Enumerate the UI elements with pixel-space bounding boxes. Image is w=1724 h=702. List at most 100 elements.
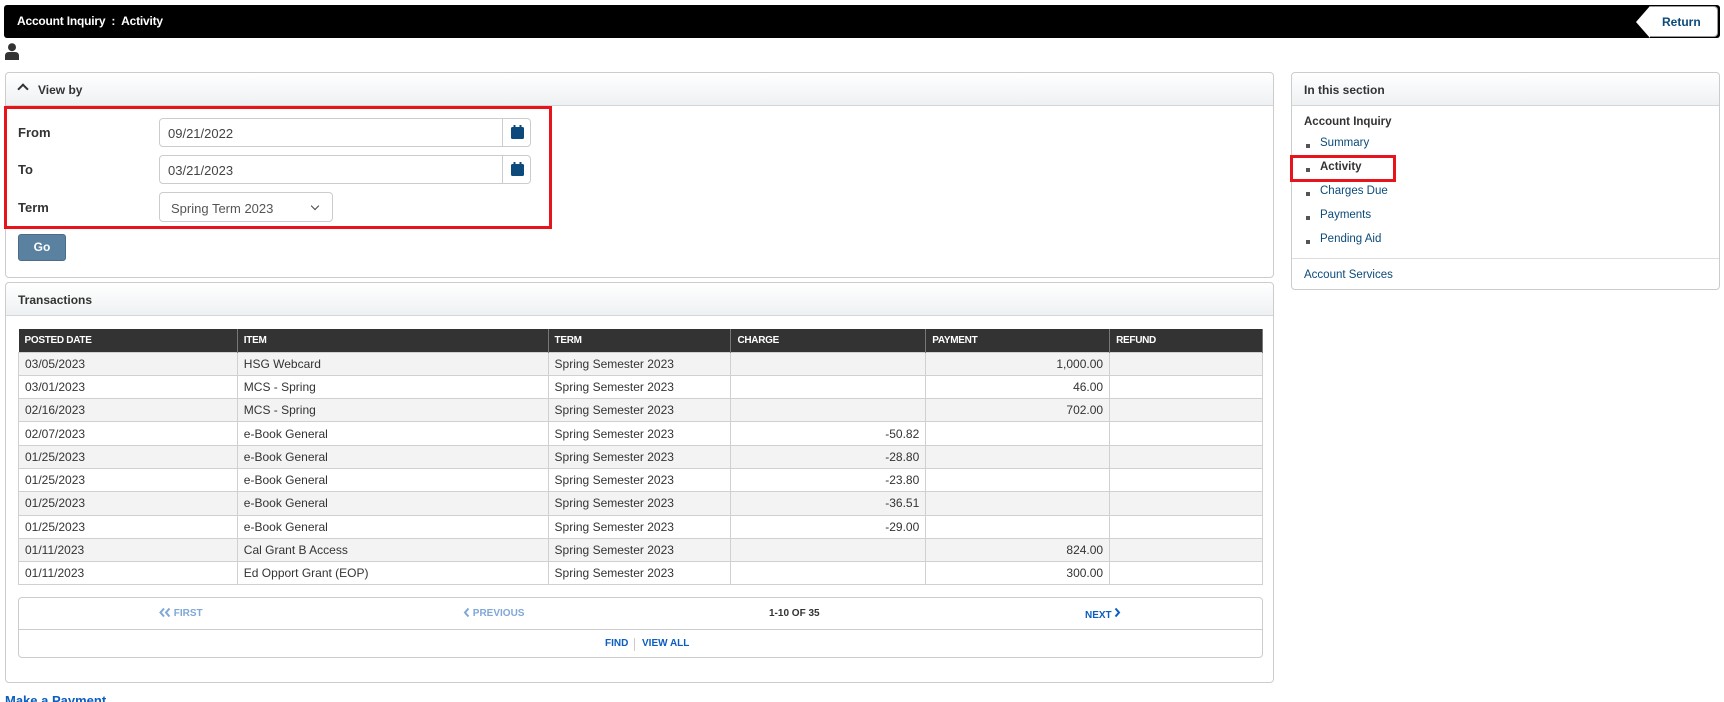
- cell-refund: [1109, 398, 1263, 423]
- cell-item: e-Book General: [236, 514, 549, 539]
- cell-term: Spring Semester 2023: [547, 514, 732, 539]
- breadcrumb-account-inquiry: Account Inquiry: [17, 14, 106, 28]
- cell-term: Spring Semester 2023: [547, 561, 732, 586]
- cell-refund: [1109, 351, 1263, 376]
- in-this-section-header: In this section: [1292, 73, 1719, 106]
- cell-term: Spring Semester 2023: [547, 444, 732, 469]
- side-nav-payments[interactable]: Payments: [1320, 209, 1371, 221]
- account-services-link[interactable]: Account Services: [1304, 269, 1393, 281]
- to-date-value[interactable]: 03/21/2023: [168, 163, 233, 178]
- table-row: 02/07/2023 e-Book General Spring Semeste…: [18, 421, 1263, 446]
- bullet-icon: [1306, 192, 1310, 196]
- cell-posted-date: 03/01/2023: [18, 374, 238, 400]
- view-by-header[interactable]: View by: [6, 73, 1273, 106]
- cell-charge: -29.00: [730, 514, 927, 539]
- cell-term: Spring Semester 2023: [547, 374, 732, 400]
- table-row: 01/25/2023 e-Book General Spring Semeste…: [18, 491, 1263, 516]
- table-header-row: POSTED DATE ITEM TERM CHARGE PAYMENT REF…: [18, 329, 1263, 352]
- side-nav-charges-due[interactable]: Charges Due: [1320, 185, 1388, 197]
- column-header-payment: PAYMENT: [925, 329, 1111, 352]
- chevron-up-icon[interactable]: [17, 83, 29, 95]
- cell-posted-date: 01/25/2023: [18, 467, 238, 493]
- cell-term: Spring Semester 2023: [547, 421, 732, 446]
- transactions-body: 03/05/2023 HSG Webcard Spring Semester 2…: [18, 351, 1263, 586]
- table-row: 01/25/2023 e-Book General Spring Semeste…: [18, 467, 1263, 493]
- cell-charge: -23.80: [730, 467, 927, 493]
- cell-refund: [1109, 421, 1263, 446]
- cell-item: e-Book General: [236, 467, 549, 493]
- transactions-panel: Transactions POSTED DATE ITEM TERM CHARG…: [5, 282, 1274, 683]
- table-row: 03/05/2023 HSG Webcard Spring Semester 2…: [18, 351, 1263, 376]
- term-select[interactable]: Spring Term 2023: [159, 192, 333, 222]
- pagination-actions-row: FIND VIEW ALL: [19, 630, 1262, 658]
- cell-charge: [730, 561, 927, 586]
- bullet-icon: [1306, 168, 1310, 172]
- to-calendar-button[interactable]: [502, 156, 530, 183]
- section-group-account-inquiry: Account Inquiry: [1304, 116, 1392, 128]
- cell-item: MCS - Spring: [236, 398, 549, 423]
- to-label: To: [18, 162, 33, 177]
- user-icon: [5, 43, 19, 60]
- column-header-term: TERM: [548, 329, 732, 352]
- cell-payment: [925, 491, 1111, 516]
- cell-payment: 1,000.00: [925, 351, 1111, 376]
- double-chevron-left-icon: [159, 607, 171, 618]
- column-header-posted-date: POSTED DATE: [18, 329, 238, 352]
- cell-refund: [1109, 444, 1263, 469]
- find-link[interactable]: FIND: [605, 638, 628, 649]
- next-label: NEXT: [1085, 610, 1112, 621]
- first-page-button[interactable]: FIRST: [159, 607, 203, 619]
- cell-posted-date: 02/16/2023: [18, 398, 238, 423]
- cell-payment: [925, 444, 1111, 469]
- cell-charge: -50.82: [730, 421, 927, 446]
- cell-posted-date: 02/07/2023: [18, 421, 238, 446]
- side-nav-pending-aid[interactable]: Pending Aid: [1320, 233, 1381, 245]
- side-nav-summary[interactable]: Summary: [1320, 137, 1369, 149]
- return-label: Return: [1662, 15, 1701, 29]
- from-calendar-button[interactable]: [502, 119, 530, 146]
- view-by-panel: View by From 09/21/2022 To 03/21/2023 Te…: [4, 72, 1274, 278]
- cell-charge: [730, 398, 927, 423]
- previous-page-button[interactable]: PREVIOUS: [463, 607, 524, 619]
- cell-refund: [1109, 467, 1263, 493]
- cell-item: e-Book General: [236, 421, 549, 446]
- view-by-title: View by: [38, 83, 83, 97]
- cell-charge: [730, 351, 927, 376]
- cell-item: e-Book General: [236, 444, 549, 469]
- cell-payment: 300.00: [925, 561, 1111, 586]
- from-date-input[interactable]: 09/21/2022: [159, 118, 531, 147]
- page-count: 1-10 OF 35: [769, 608, 820, 619]
- page-header-bar: Account Inquiry: Activity Return: [4, 5, 1720, 38]
- from-date-value[interactable]: 09/21/2022: [168, 126, 233, 141]
- side-nav-activity[interactable]: Activity: [1320, 161, 1362, 173]
- cell-refund: [1109, 514, 1263, 539]
- cell-item: Cal Grant B Access: [236, 537, 549, 563]
- return-button[interactable]: Return: [1636, 6, 1718, 38]
- cell-payment: 702.00: [925, 398, 1111, 423]
- term-select-value: Spring Term 2023: [171, 201, 274, 216]
- cell-charge: [730, 537, 927, 563]
- make-payment-link[interactable]: Make a Payment: [5, 693, 106, 702]
- cell-payment: 824.00: [925, 537, 1111, 563]
- cell-charge: -36.51: [730, 491, 927, 516]
- transactions-title: Transactions: [18, 293, 93, 307]
- to-date-input[interactable]: 03/21/2023: [159, 155, 531, 184]
- calendar-icon: [511, 125, 524, 139]
- in-this-section-title: In this section: [1304, 83, 1385, 97]
- bullet-icon: [1306, 144, 1310, 148]
- cell-refund: [1109, 491, 1263, 516]
- cell-refund: [1109, 561, 1263, 586]
- cell-payment: [925, 514, 1111, 539]
- breadcrumb: Account Inquiry: Activity: [17, 14, 163, 28]
- view-all-link[interactable]: VIEW ALL: [642, 638, 689, 649]
- pagination: FIRST PREVIOUS 1-10 OF 35 NEXT FIND VIEW…: [18, 597, 1263, 658]
- cell-charge: [730, 374, 927, 400]
- breadcrumb-separator: :: [111, 14, 116, 28]
- go-button[interactable]: Go: [18, 234, 66, 261]
- chevron-left-icon: [463, 607, 470, 618]
- cell-refund: [1109, 374, 1263, 400]
- term-label: Term: [18, 200, 49, 215]
- in-this-section-panel: In this section Account Inquiry Summary …: [1290, 72, 1720, 290]
- next-page-button[interactable]: NEXT: [1085, 607, 1121, 621]
- table-row: 01/11/2023 Ed Opport Grant (EOP) Spring …: [18, 561, 1263, 586]
